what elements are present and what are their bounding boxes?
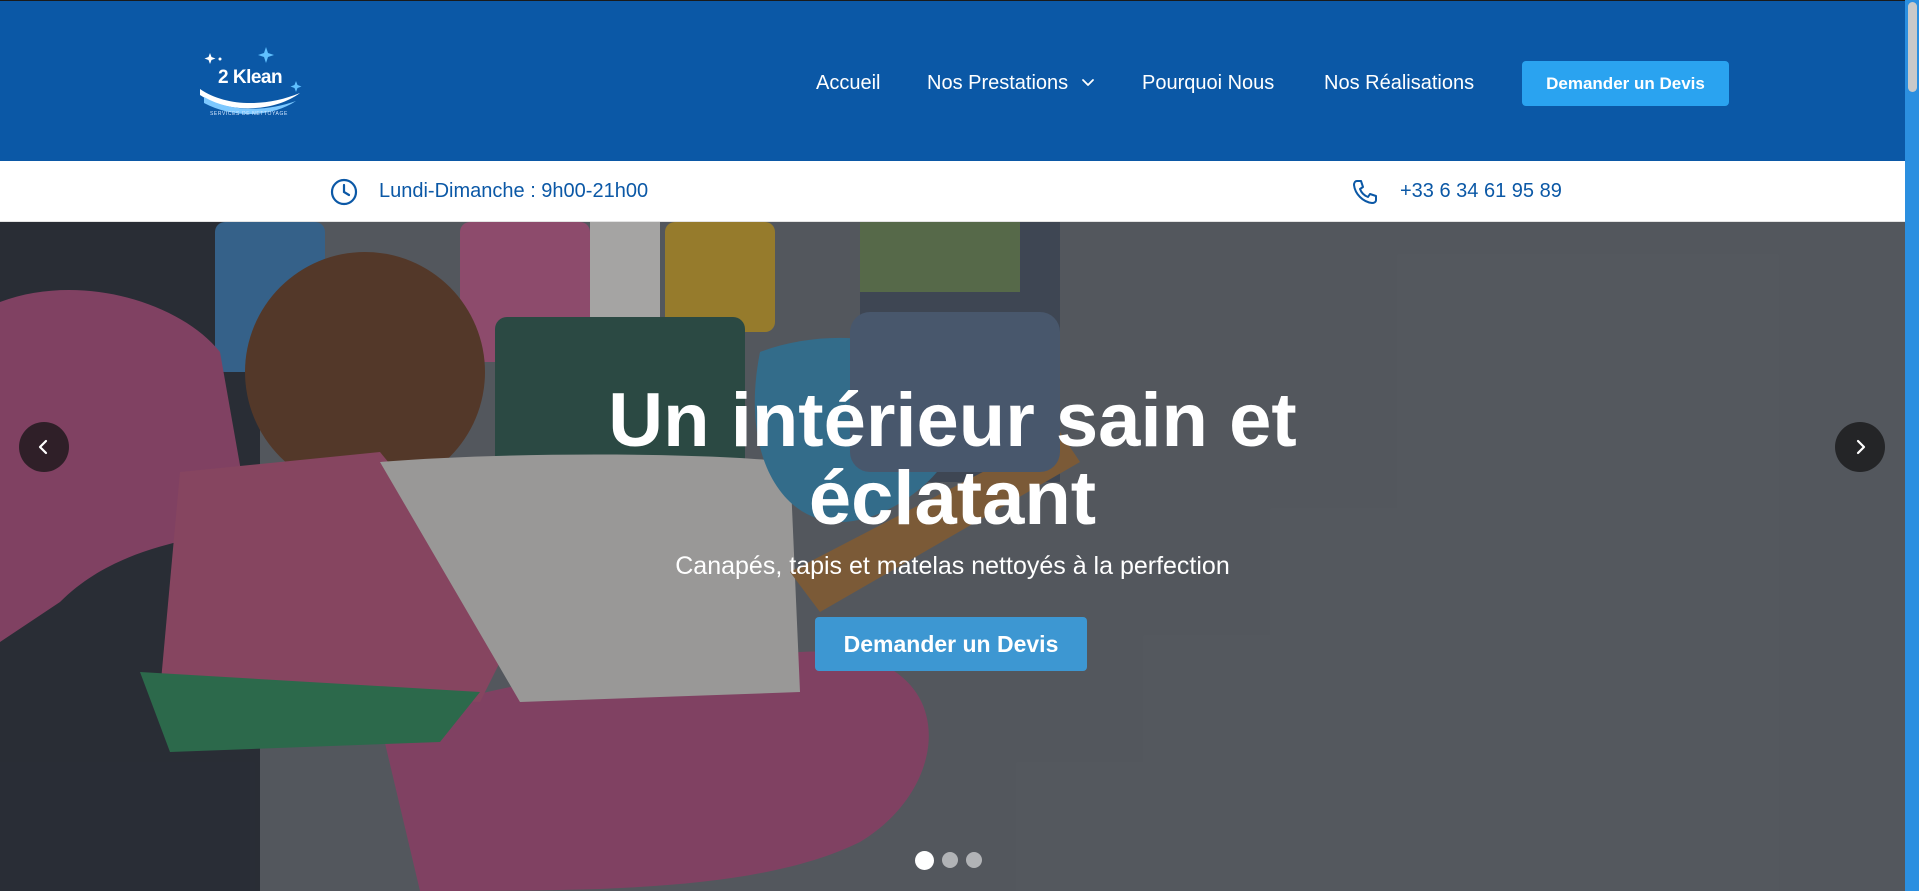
slider-dot-1[interactable] — [915, 850, 934, 870]
page: 2 Klean SERVICES DE NETTOYAGE Accueil No… — [0, 0, 1905, 891]
slider-prev-button[interactable] — [19, 422, 69, 472]
hours-text: Lundi-Dimanche : 9h00-21h00 — [379, 180, 649, 202]
logo[interactable]: 2 Klean SERVICES DE NETTOYAGE — [196, 45, 306, 123]
page-scrollbar[interactable] — [1905, 0, 1919, 891]
hero-title-line-1: Un intérieur sain et — [608, 378, 1297, 463]
hero-title-line-2: éclatant — [808, 456, 1097, 541]
quote-button-hero[interactable]: Demander un Devis — [815, 617, 1087, 671]
slider-next-button[interactable] — [1835, 422, 1885, 472]
phone-contact[interactable]: +33 6 34 61 95 89 — [1350, 161, 1562, 222]
site-header: 2 Klean SERVICES DE NETTOYAGE Accueil No… — [0, 0, 1905, 161]
phone-icon — [1353, 179, 1377, 204]
nav-label: Nos Réalisations — [1324, 72, 1475, 94]
slider-pagination — [915, 850, 982, 870]
hero-title: Un intérieur sain et éclatant — [0, 382, 1905, 538]
phone-number[interactable]: +33 6 34 61 95 89 — [1400, 180, 1562, 203]
clock-icon — [330, 178, 358, 205]
chevron-right-icon — [1856, 439, 1866, 455]
nav-label: Nos Prestations — [927, 72, 1069, 94]
nav-item-realisations[interactable]: Nos Réalisations — [1324, 61, 1474, 105]
brand-name: 2 Klean — [218, 67, 283, 88]
nav-item-pourquoi[interactable]: Pourquoi Nous — [1142, 61, 1274, 105]
nav-item-accueil[interactable]: Accueil — [816, 61, 880, 105]
info-bar: Lundi-Dimanche : 9h00-21h00 +33 6 34 61 … — [0, 161, 1905, 222]
chevron-down-icon — [1081, 79, 1094, 86]
scrollbar-thumb[interactable] — [1908, 2, 1917, 92]
nav-label: Accueil — [816, 72, 881, 94]
slider-dot-2[interactable] — [942, 852, 958, 868]
quote-button-header[interactable]: Demander un Devis — [1522, 61, 1729, 106]
hero-slider: Un intérieur sain et éclatant Canapés, t… — [0, 222, 1905, 891]
slider-dot-3[interactable] — [966, 852, 982, 868]
opening-hours: Lundi-Dimanche : 9h00-21h00 — [329, 161, 648, 222]
chevron-left-icon — [38, 439, 48, 455]
hero-subtitle: Canapés, tapis et matelas nettoyés à la … — [675, 552, 1230, 580]
nav-item-prestations[interactable]: Nos Prestations — [927, 61, 1096, 105]
brand-tagline: SERVICES DE NETTOYAGE — [210, 111, 288, 117]
nav-label: Pourquoi Nous — [1142, 72, 1275, 94]
